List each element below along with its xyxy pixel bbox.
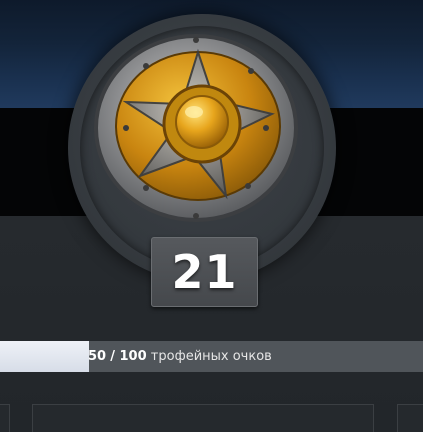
progress-current: 50	[88, 349, 107, 364]
trophy-progress-bar: 50 / 100 трофейных очков	[0, 341, 423, 372]
level-number: 21	[171, 245, 238, 299]
bottom-card-left	[0, 404, 10, 432]
bottom-card-center	[32, 404, 374, 432]
trophy-level-panel: 21 50 / 100 трофейных очков	[0, 0, 423, 432]
progress-fill	[0, 341, 89, 372]
progress-label: 50 / 100 трофейных очков	[88, 341, 272, 372]
progress-max: 100	[119, 349, 147, 364]
bottom-card-right	[397, 404, 423, 432]
shield-medal-icon	[94, 34, 298, 222]
progress-unit: трофейных очков	[150, 349, 272, 364]
level-badge: 21	[151, 237, 258, 307]
